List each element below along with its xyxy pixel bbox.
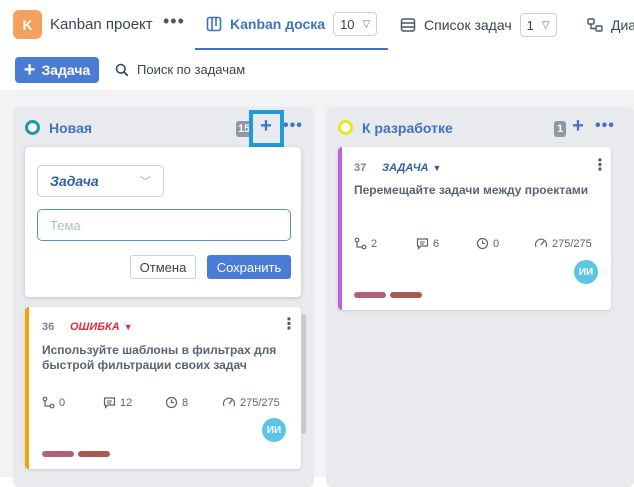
search-field[interactable]: Поиск по задачам xyxy=(115,62,245,77)
task-card[interactable]: 36 ОШИБКА ▼ ⋮ Используйте шаблоны в фильт… xyxy=(25,307,301,469)
assignee-avatar[interactable]: ИИ xyxy=(574,260,598,284)
subtasks-count: 2 xyxy=(371,237,378,250)
estimate-metric: 8 xyxy=(165,396,188,409)
subtasks-icon xyxy=(42,396,55,409)
clock-icon xyxy=(476,237,489,250)
kebab-menu-icon[interactable]: ⋮ xyxy=(281,317,297,333)
task-id: 37 xyxy=(354,162,367,174)
chevron-down-icon: ▽ xyxy=(541,19,550,31)
task-id: 36 xyxy=(42,321,55,333)
column-more-icon[interactable]: ••• xyxy=(595,117,615,135)
column-title: Новая xyxy=(49,120,93,136)
task-type-select[interactable]: Задача ﹀ xyxy=(37,165,164,197)
gauge-icon xyxy=(222,396,236,409)
new-task-form: Задача ﹀ Отмена Сохранить xyxy=(25,147,301,297)
cancel-button[interactable]: Отмена xyxy=(130,255,196,279)
tag-pill[interactable] xyxy=(42,451,74,457)
task-title[interactable]: Перемещайте задачи между проектами xyxy=(354,183,604,198)
comments-metric: 6 xyxy=(416,237,439,250)
highlight-box xyxy=(249,110,284,147)
column-count-badge: 1 xyxy=(554,121,566,137)
progress-metric: 275/275 xyxy=(222,396,280,409)
chevron-down-icon: ▽ xyxy=(362,18,371,30)
kebab-menu-icon[interactable]: ⋮ xyxy=(592,158,608,174)
column-add-task-button[interactable]: + xyxy=(567,115,589,137)
column-title: К разработке xyxy=(362,120,453,136)
top-bar: K Kanban проект ••• Kanban доска 10 ▽ Спи… xyxy=(0,0,634,50)
progress-value: 275/275 xyxy=(240,396,280,409)
task-type-select[interactable]: ЗАДАЧА ▼ xyxy=(382,162,441,174)
chevron-down-icon: ﹀ xyxy=(140,176,151,188)
tab-count-value: 10 xyxy=(340,16,355,32)
tab-kanban-board[interactable]: Kanban доска 10 ▽ xyxy=(195,0,388,50)
plus-icon: + xyxy=(23,59,36,81)
estimate-metric: 0 xyxy=(476,237,499,250)
add-task-button[interactable]: + Задача xyxy=(15,57,99,83)
diagram-icon xyxy=(587,17,603,33)
estimate-value: 0 xyxy=(493,237,500,250)
add-task-label: Задача xyxy=(41,62,91,78)
chevron-down-icon: ▼ xyxy=(432,163,442,173)
subtasks-icon xyxy=(354,237,367,250)
toolbar: + Задача Поиск по задачам xyxy=(0,50,634,90)
task-title[interactable]: Используйте шаблоны в фильтрах для быстр… xyxy=(42,343,287,373)
subtasks-metric: 2 xyxy=(354,237,377,250)
list-icon xyxy=(400,17,416,33)
task-type-label: ОШИБКА xyxy=(70,321,120,333)
tab-label: Список задач xyxy=(424,17,512,33)
progress-metric: 275/275 xyxy=(534,237,592,250)
tag-pill[interactable] xyxy=(78,451,110,457)
progress-value: 275/275 xyxy=(552,237,592,250)
gauge-icon xyxy=(534,237,548,250)
comments-count: 12 xyxy=(120,396,133,409)
tag-pill[interactable] xyxy=(390,292,422,298)
comments-metric: 12 xyxy=(103,396,132,409)
tab-label: Kanban доска xyxy=(230,16,326,32)
status-dot-icon xyxy=(25,120,40,135)
comment-icon xyxy=(416,237,429,250)
card-accent xyxy=(338,147,342,310)
tab-diagram[interactable]: Диа xyxy=(587,0,634,50)
search-icon xyxy=(115,63,129,77)
subtasks-metric: 0 xyxy=(42,396,65,409)
tab-count-select[interactable]: 10 ▽ xyxy=(333,12,378,36)
project-avatar[interactable]: K xyxy=(13,10,42,39)
clock-icon xyxy=(165,396,178,409)
tab-count-select[interactable]: 1 ▽ xyxy=(519,13,557,37)
project-more-icon[interactable]: ••• xyxy=(163,11,185,32)
tab-label: Диа xyxy=(611,17,634,33)
column-scrollbar[interactable] xyxy=(301,314,306,434)
task-card[interactable]: 37 ЗАДАЧА ▼ ⋮ Перемещайте задачи между пр… xyxy=(338,147,611,310)
tab-task-list[interactable]: Список задач 1 ▽ xyxy=(400,0,557,50)
subtasks-count: 0 xyxy=(59,396,66,409)
search-placeholder: Поиск по задачам xyxy=(137,62,246,77)
estimate-value: 8 xyxy=(182,396,189,409)
tag-pill[interactable] xyxy=(354,292,386,298)
column-header: К разработке 1 + ••• xyxy=(326,107,634,147)
assignee-avatar[interactable]: ИИ xyxy=(262,418,286,442)
chevron-down-icon: ▼ xyxy=(123,322,133,332)
card-accent xyxy=(25,307,29,469)
column-more-icon[interactable]: ••• xyxy=(283,117,303,135)
save-button[interactable]: Сохранить xyxy=(207,255,291,279)
comment-icon xyxy=(103,396,116,409)
status-dot-icon xyxy=(338,120,353,135)
task-type-select[interactable]: ОШИБКА ▼ xyxy=(70,321,133,333)
project-name[interactable]: Kanban проект xyxy=(50,16,153,33)
tab-count-value: 1 xyxy=(526,17,534,33)
board-icon xyxy=(206,16,222,32)
task-type-value: Задача xyxy=(50,173,99,189)
task-type-label: ЗАДАЧА xyxy=(382,162,429,174)
comments-count: 6 xyxy=(433,237,440,250)
task-theme-input[interactable] xyxy=(37,209,291,241)
